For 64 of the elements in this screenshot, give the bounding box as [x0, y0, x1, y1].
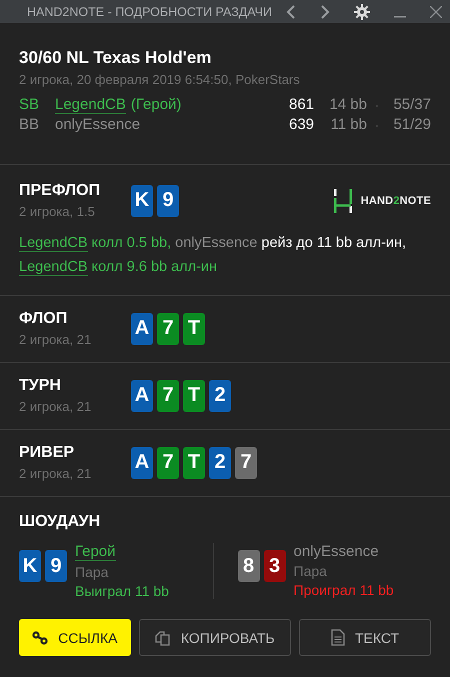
playing-card: A	[131, 446, 153, 478]
playing-card: A	[131, 380, 153, 412]
hand-combo: Пара	[294, 563, 327, 579]
playing-card: K	[19, 550, 41, 582]
game-title: 30/60 NL Texas Hold'em	[19, 48, 212, 68]
playing-card: 9	[45, 550, 67, 582]
playing-card: 9	[157, 184, 179, 216]
street-title: РИВЕР	[19, 444, 76, 462]
playing-card: T	[183, 380, 205, 412]
separator-dot: ·	[374, 120, 380, 132]
logo-icon	[332, 188, 353, 212]
playing-card: K	[131, 184, 153, 216]
result-text: Выиграл 11 bb	[75, 583, 169, 599]
link-icon	[32, 630, 48, 644]
player-link[interactable]: LegendCB	[19, 235, 88, 252]
playing-card: 7	[157, 380, 179, 412]
hero-tag: (Герой)	[130, 96, 182, 114]
player-stats: 55/37	[392, 96, 431, 113]
playing-card: 2	[209, 446, 231, 478]
settings-icon[interactable]	[354, 4, 370, 20]
logo-text: HAND2NOTE	[360, 194, 431, 206]
stack-bb: 11 bb	[330, 116, 367, 133]
player-link[interactable]: LegendCB	[55, 96, 126, 114]
separator-dot: ·	[374, 100, 380, 112]
copy-icon	[154, 630, 171, 646]
playing-card: A	[131, 312, 153, 344]
playing-card: 3	[264, 550, 286, 582]
action-button[interactable]: ССЫЛКА	[19, 619, 131, 656]
result-text: Проиграл 11 bb	[294, 582, 394, 598]
playing-card: 7	[157, 312, 179, 344]
action-text: LegendCB колл 0.5 bb, onlyEssence рейз до 11 bb алл-ин, LegendCB колл 9.6 bb алл-ин	[19, 234, 408, 278]
hand-info: 2 игрока, 20 февраля 2019 6:54:50, PokerStars	[19, 72, 301, 87]
street-title: ТУРН	[19, 377, 62, 395]
position-label: BB	[19, 116, 40, 133]
position-label: SB	[19, 96, 40, 113]
action-button[interactable]: КОПИРОВАТЬ	[138, 619, 291, 656]
player-name: onlyEssence	[294, 543, 379, 560]
playing-card: T	[183, 312, 205, 344]
close-icon[interactable]	[430, 6, 442, 18]
player-name: onlyEssence	[55, 116, 140, 133]
player-link[interactable]: Герой	[75, 543, 116, 561]
street-info: 2 игрока, 1.5	[19, 204, 96, 219]
action-button[interactable]: ТЕКСТ	[299, 619, 431, 656]
player-link[interactable]: LegendCB	[19, 259, 88, 276]
stack-value: 639	[289, 116, 316, 133]
section-title: ШОУДАУН	[19, 513, 102, 531]
player-stats: 51/29	[392, 116, 431, 133]
playing-card: T	[183, 446, 205, 478]
window-title: HAND2NOTE - ПОДРОБНОСТИ РАЗДАЧИ	[27, 4, 273, 18]
playing-card: 8	[238, 550, 260, 582]
playing-card: 7	[157, 446, 179, 478]
hand-combo: Пара	[75, 564, 108, 580]
playing-card: 2	[209, 380, 231, 412]
stack-value: 861	[289, 96, 316, 113]
stack-bb: 14 bb	[328, 96, 367, 113]
street-info: 2 игрока, 21	[19, 332, 92, 347]
forward-icon[interactable]	[320, 4, 330, 18]
document-icon	[330, 629, 345, 646]
back-icon[interactable]	[286, 4, 296, 18]
street-info: 2 игрока, 21	[19, 466, 92, 481]
playing-card: 7	[235, 446, 257, 478]
street-title: ПРЕФЛОП	[19, 182, 102, 200]
street-info: 2 игрока, 21	[19, 399, 92, 414]
street-title: ФЛОП	[19, 310, 68, 328]
